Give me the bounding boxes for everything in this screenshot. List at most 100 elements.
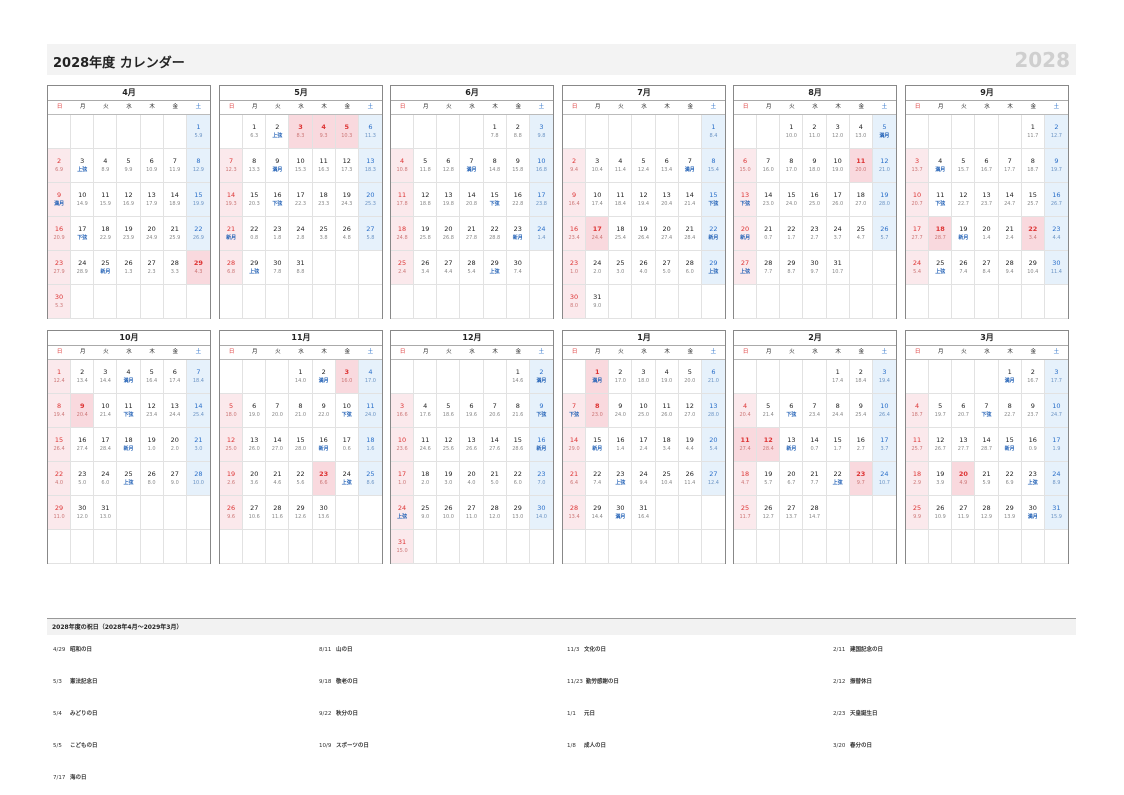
- day-cell[interactable]: 31 10.7: [826, 251, 850, 285]
- day-cell[interactable]: 26 1.3: [117, 251, 141, 285]
- day-cell[interactable]: 15 1.7: [826, 428, 850, 462]
- day-cell[interactable]: 9 15.8: [506, 149, 530, 183]
- day-cell[interactable]: 13 下弦: [734, 183, 758, 217]
- day-cell[interactable]: 19 28.0: [872, 183, 896, 217]
- day-cell[interactable]: 19 24.3: [335, 183, 359, 217]
- day-cell[interactable]: 19 3.9: [929, 462, 953, 496]
- day-cell[interactable]: 28 6.0: [678, 251, 702, 285]
- day-cell[interactable]: 7 下弦: [563, 394, 587, 428]
- day-cell[interactable]: 3 16.6: [391, 394, 415, 428]
- day-cell[interactable]: 18 24.8: [391, 217, 415, 251]
- day-cell[interactable]: 16 23.4: [563, 217, 587, 251]
- day-cell[interactable]: 24 3.7: [826, 217, 850, 251]
- day-cell[interactable]: 23 7.0: [529, 462, 553, 496]
- day-cell[interactable]: 9 22.0: [312, 394, 336, 428]
- day-cell[interactable]: 18 2.9: [906, 462, 930, 496]
- day-cell[interactable]: 3 18.0: [632, 360, 656, 394]
- day-cell[interactable]: 2 9.4: [563, 149, 587, 183]
- day-cell[interactable]: 30 11.4: [1044, 251, 1068, 285]
- day-cell[interactable]: 9 19.7: [1044, 149, 1068, 183]
- day-cell[interactable]: 11 17.8: [391, 183, 415, 217]
- day-cell[interactable]: 15 新月: [586, 428, 610, 462]
- day-cell[interactable]: 8 13.3: [243, 149, 267, 183]
- day-cell[interactable]: 25 3.8: [312, 217, 336, 251]
- day-cell[interactable]: 8 24.4: [826, 394, 850, 428]
- day-cell[interactable]: 29 4.3: [186, 251, 210, 285]
- day-cell[interactable]: 17 0.6: [335, 428, 359, 462]
- day-cell[interactable]: 17 23.8: [529, 183, 553, 217]
- day-cell[interactable]: 21 3.0: [186, 428, 210, 462]
- day-cell[interactable]: 16 2.7: [849, 428, 873, 462]
- day-cell[interactable]: 19 23.9: [117, 217, 141, 251]
- day-cell[interactable]: 8 19.4: [48, 394, 72, 428]
- day-cell[interactable]: 1 11.7: [1021, 115, 1045, 149]
- day-cell[interactable]: 24 6.0: [94, 462, 118, 496]
- day-cell[interactable]: 26 9.6: [220, 496, 244, 530]
- day-cell[interactable]: 10 23.6: [391, 428, 415, 462]
- day-cell[interactable]: 5 9.9: [117, 149, 141, 183]
- day-cell[interactable]: 4 満月: [117, 360, 141, 394]
- day-cell[interactable]: 30 満月: [1021, 496, 1045, 530]
- day-cell[interactable]: 23 5.0: [71, 462, 95, 496]
- day-cell[interactable]: 13 27.7: [952, 428, 976, 462]
- day-cell[interactable]: 26 7.4: [952, 251, 976, 285]
- day-cell[interactable]: 25 新月: [94, 251, 118, 285]
- day-cell[interactable]: 14 23.0: [757, 183, 781, 217]
- day-cell[interactable]: 17 2.4: [632, 428, 656, 462]
- day-cell[interactable]: 11 16.3: [312, 149, 336, 183]
- day-cell[interactable]: 3 上弦: [71, 149, 95, 183]
- day-cell[interactable]: 27 5.0: [655, 251, 679, 285]
- day-cell[interactable]: 1 8.4: [701, 115, 725, 149]
- day-cell[interactable]: 13 24.4: [163, 394, 187, 428]
- day-cell[interactable]: 17 22.3: [289, 183, 313, 217]
- day-cell[interactable]: 1 満月: [586, 360, 610, 394]
- day-cell[interactable]: 1 10.0: [780, 115, 804, 149]
- day-cell[interactable]: 11 15.9: [94, 183, 118, 217]
- day-cell[interactable]: 25 2.4: [391, 251, 415, 285]
- day-cell[interactable]: 4 8.9: [94, 149, 118, 183]
- day-cell[interactable]: 6 19.0: [243, 394, 267, 428]
- day-cell[interactable]: 16 26.7: [1044, 183, 1068, 217]
- day-cell[interactable]: 11 24.6: [414, 428, 438, 462]
- day-cell[interactable]: 25 4.7: [849, 217, 873, 251]
- day-cell[interactable]: 6 10.9: [140, 149, 164, 183]
- day-cell[interactable]: 15 下弦: [483, 183, 507, 217]
- day-cell[interactable]: 24 上弦: [391, 496, 415, 530]
- day-cell[interactable]: 13 17.9: [140, 183, 164, 217]
- day-cell[interactable]: 9 下弦: [529, 394, 553, 428]
- day-cell[interactable]: 14 28.7: [975, 428, 999, 462]
- day-cell[interactable]: 10 26.4: [872, 394, 896, 428]
- day-cell[interactable]: 21 6.4: [563, 462, 587, 496]
- day-cell[interactable]: 28 10.0: [186, 462, 210, 496]
- day-cell[interactable]: 29 13.0: [506, 496, 530, 530]
- day-cell[interactable]: 22 7.4: [586, 462, 610, 496]
- day-cell[interactable]: 20 1.4: [975, 217, 999, 251]
- day-cell[interactable]: 23 1.0: [563, 251, 587, 285]
- day-cell[interactable]: 21 4.6: [266, 462, 290, 496]
- day-cell[interactable]: 16 22.8: [506, 183, 530, 217]
- day-cell[interactable]: 21 2.4: [998, 217, 1022, 251]
- day-cell[interactable]: 30 12.0: [71, 496, 95, 530]
- day-cell[interactable]: 28 6.8: [220, 251, 244, 285]
- day-cell[interactable]: 15 新月: [998, 428, 1022, 462]
- day-cell[interactable]: 6 13.4: [655, 149, 679, 183]
- day-cell[interactable]: 16 新月: [312, 428, 336, 462]
- day-cell[interactable]: 27 11.9: [952, 496, 976, 530]
- day-cell[interactable]: 27 9.0: [163, 462, 187, 496]
- day-cell[interactable]: 30 5.3: [48, 285, 72, 319]
- day-cell[interactable]: 26 4.0: [632, 251, 656, 285]
- day-cell[interactable]: 16 20.9: [48, 217, 72, 251]
- day-cell[interactable]: 10 24.7: [1044, 394, 1068, 428]
- day-cell[interactable]: 17 24.4: [586, 217, 610, 251]
- day-cell[interactable]: 26 11.4: [678, 462, 702, 496]
- day-cell[interactable]: 8 21.0: [289, 394, 313, 428]
- day-cell[interactable]: 24 上弦: [335, 462, 359, 496]
- day-cell[interactable]: 5 18.0: [220, 394, 244, 428]
- day-cell[interactable]: 9 24.0: [609, 394, 633, 428]
- day-cell[interactable]: 23 4.4: [1044, 217, 1068, 251]
- day-cell[interactable]: 27 11.0: [460, 496, 484, 530]
- day-cell[interactable]: 12 17.3: [335, 149, 359, 183]
- day-cell[interactable]: 7 満月: [678, 149, 702, 183]
- day-cell[interactable]: 8 17.0: [780, 149, 804, 183]
- day-cell[interactable]: 3 16.0: [335, 360, 359, 394]
